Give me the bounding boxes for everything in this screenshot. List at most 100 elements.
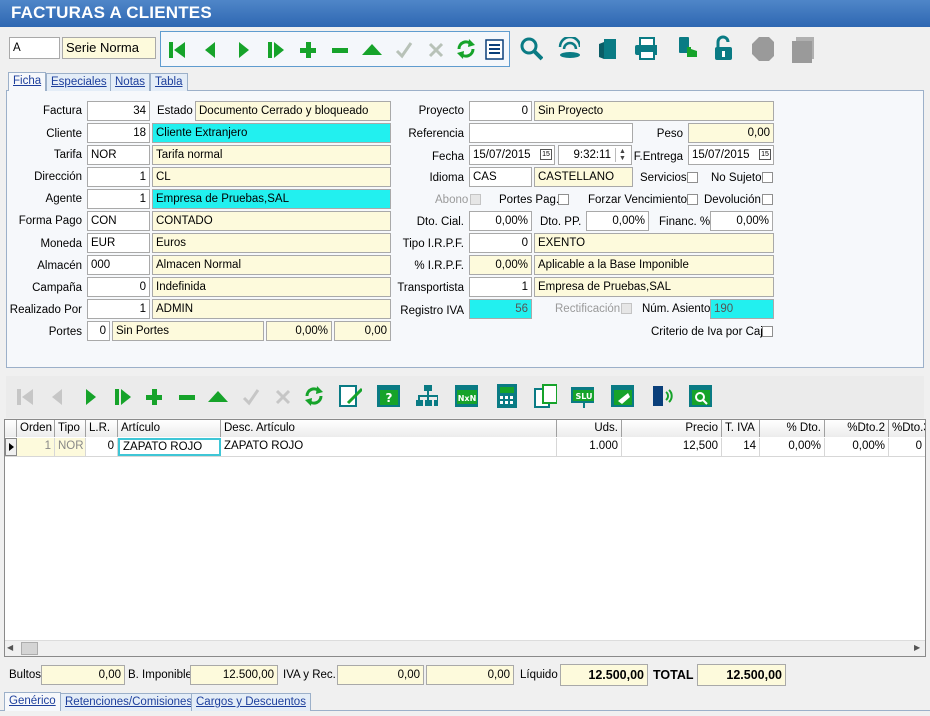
almacen-code-input[interactable]: 000 bbox=[87, 255, 150, 275]
horizontal-scrollbar[interactable] bbox=[5, 640, 925, 656]
idioma-code-input[interactable]: CAS bbox=[469, 167, 532, 187]
time-spinner-icon[interactable]: ▲ ▼ bbox=[615, 148, 629, 162]
no-sujeto-checkbox[interactable] bbox=[762, 172, 773, 183]
wireless-icon[interactable] bbox=[556, 37, 580, 61]
next-line-icon[interactable] bbox=[79, 385, 103, 409]
row-tipo-cell[interactable]: NOR bbox=[55, 438, 86, 456]
row-dto2-cell[interactable]: 0,00% bbox=[825, 438, 889, 456]
tipo-irpf-code-input[interactable]: 0 bbox=[469, 233, 532, 253]
factura-number-input[interactable]: 34 bbox=[87, 101, 150, 121]
scroll-right-icon[interactable]: ▶ bbox=[914, 643, 920, 652]
row-desc-articulo-cell[interactable]: ZAPATO ROJO bbox=[221, 438, 557, 456]
proyecto-name-field: Sin Proyecto bbox=[534, 101, 774, 121]
row-uds-cell[interactable]: 1.000 bbox=[557, 438, 622, 456]
grid-header-tipo[interactable]: Tipo bbox=[55, 420, 86, 437]
search-window-icon[interactable] bbox=[688, 384, 712, 408]
portes-code-input[interactable]: 0 bbox=[87, 321, 110, 341]
tab-especiales[interactable]: Especiales bbox=[46, 73, 112, 91]
tab-notas[interactable]: Notas bbox=[110, 73, 151, 91]
search-icon[interactable] bbox=[519, 37, 543, 61]
row-dto-cell[interactable]: 0,00% bbox=[760, 438, 825, 456]
grid-header-dto[interactable]: % Dto. bbox=[760, 420, 825, 437]
row-t-iva-cell[interactable]: 14 bbox=[722, 438, 760, 456]
row-precio-cell[interactable]: 12,500 bbox=[622, 438, 722, 456]
nxn-icon[interactable]: NxN bbox=[454, 384, 478, 408]
direccion-code-input[interactable]: 1 bbox=[87, 167, 150, 187]
criterio-iva-caja-checkbox[interactable] bbox=[762, 326, 773, 337]
portes-pag-checkbox[interactable] bbox=[558, 194, 569, 205]
moneda-code-input[interactable]: EUR bbox=[87, 233, 150, 253]
agente-code-input[interactable]: 1 bbox=[87, 189, 150, 209]
grid-header-desc-articulo[interactable]: Desc. Artículo bbox=[221, 420, 557, 437]
row-orden-cell[interactable]: 1 bbox=[17, 438, 55, 456]
list-view-icon[interactable] bbox=[483, 37, 507, 61]
grid-header-lr[interactable]: L.R. bbox=[86, 420, 118, 437]
first-record-icon[interactable] bbox=[165, 38, 189, 62]
campana-code-input[interactable]: 0 bbox=[87, 277, 150, 297]
forzar-vencimientos-checkbox[interactable] bbox=[687, 194, 698, 205]
proyecto-code-input[interactable]: 0 bbox=[469, 101, 532, 121]
tab-cargos-descuentos[interactable]: Cargos y Descuentos bbox=[191, 693, 311, 711]
row-indicator-icon[interactable] bbox=[5, 438, 17, 456]
grid-header-articulo[interactable]: Artículo bbox=[118, 420, 221, 437]
referencia-input[interactable] bbox=[469, 123, 633, 143]
dto-cial-input[interactable]: 0,00% bbox=[469, 211, 532, 231]
next-record-icon[interactable] bbox=[232, 38, 256, 62]
add-line-icon[interactable] bbox=[142, 385, 166, 409]
grid-header-orden[interactable]: Orden bbox=[17, 420, 55, 437]
fecha-date-input[interactable]: 15/07/2015 15 bbox=[469, 145, 555, 165]
delete-record-icon[interactable] bbox=[328, 38, 352, 62]
financ-input[interactable]: 0,00% bbox=[710, 211, 773, 231]
delete-line-icon[interactable] bbox=[175, 385, 199, 409]
edit-line-icon[interactable] bbox=[206, 385, 230, 409]
tag-window-icon[interactable] bbox=[610, 384, 634, 408]
row-lr-cell[interactable]: 0 bbox=[86, 438, 118, 456]
grid-header-uds[interactable]: Uds. bbox=[557, 420, 622, 437]
exit-door-icon[interactable] bbox=[596, 37, 620, 61]
last-line-icon[interactable] bbox=[111, 385, 135, 409]
unlock-icon[interactable] bbox=[712, 35, 736, 61]
campana-name-field: Indefinida bbox=[152, 277, 391, 297]
tab-tabla[interactable]: Tabla bbox=[150, 73, 188, 91]
calculator-icon[interactable] bbox=[494, 384, 518, 408]
scrollbar-thumb[interactable] bbox=[21, 642, 38, 655]
dto-pp-input[interactable]: 0,00% bbox=[586, 211, 649, 231]
copy-documents-icon[interactable] bbox=[533, 384, 557, 408]
tarifa-code-input[interactable]: NOR bbox=[87, 145, 150, 165]
servicios-checkbox[interactable] bbox=[687, 172, 698, 183]
tab-retenciones-comisiones[interactable]: Retenciones/Comisiones bbox=[60, 693, 198, 711]
refresh-icon[interactable] bbox=[454, 37, 478, 61]
grid-header-precio[interactable]: Precio bbox=[622, 420, 722, 437]
tab-generico[interactable]: Genérico bbox=[4, 692, 61, 711]
help-window-icon[interactable]: ? bbox=[376, 384, 400, 408]
grid-header-dto2[interactable]: %Dto.2 bbox=[825, 420, 889, 437]
row-articulo-cell[interactable]: ZAPATO ROJO bbox=[118, 438, 221, 456]
fentrega-date-input[interactable]: 15/07/2015 15 bbox=[688, 145, 774, 165]
serie-code-input[interactable]: A bbox=[9, 37, 60, 59]
grid-header-t-iva[interactable]: T. IVA bbox=[722, 420, 760, 437]
row-dto3-cell[interactable]: 0 bbox=[889, 438, 925, 456]
cliente-code-input[interactable]: 18 bbox=[87, 123, 150, 143]
slu-icon[interactable]: SLU bbox=[570, 384, 594, 408]
previous-record-icon[interactable] bbox=[198, 38, 222, 62]
calendar-icon[interactable]: 15 bbox=[759, 149, 771, 160]
transportista-code-input[interactable]: 1 bbox=[469, 277, 532, 297]
last-record-icon[interactable] bbox=[264, 38, 288, 62]
realizado-code-input[interactable]: 1 bbox=[87, 299, 150, 319]
fecha-time-input[interactable]: 9:32:11 ▲ ▼ bbox=[558, 145, 632, 165]
scroll-left-icon[interactable]: ◀ bbox=[7, 643, 13, 652]
touch-device-icon[interactable] bbox=[675, 37, 699, 61]
devolucion-checkbox[interactable] bbox=[762, 194, 773, 205]
tab-ficha[interactable]: Ficha bbox=[8, 72, 47, 91]
grid-header-dto3[interactable]: %Dto.3 bbox=[889, 420, 925, 437]
add-record-icon[interactable] bbox=[296, 38, 320, 62]
forma-pago-code-input[interactable]: CON bbox=[87, 211, 150, 231]
refresh-lines-icon[interactable] bbox=[302, 384, 326, 408]
door-sound-icon[interactable] bbox=[649, 384, 673, 408]
iva-rec-label: IVA y Rec. bbox=[283, 669, 336, 681]
hierarchy-icon[interactable] bbox=[414, 384, 438, 408]
edit-document-icon[interactable] bbox=[338, 384, 362, 408]
printer-icon[interactable] bbox=[633, 37, 657, 61]
edit-record-icon[interactable] bbox=[360, 38, 384, 62]
calendar-icon[interactable]: 15 bbox=[540, 149, 552, 160]
